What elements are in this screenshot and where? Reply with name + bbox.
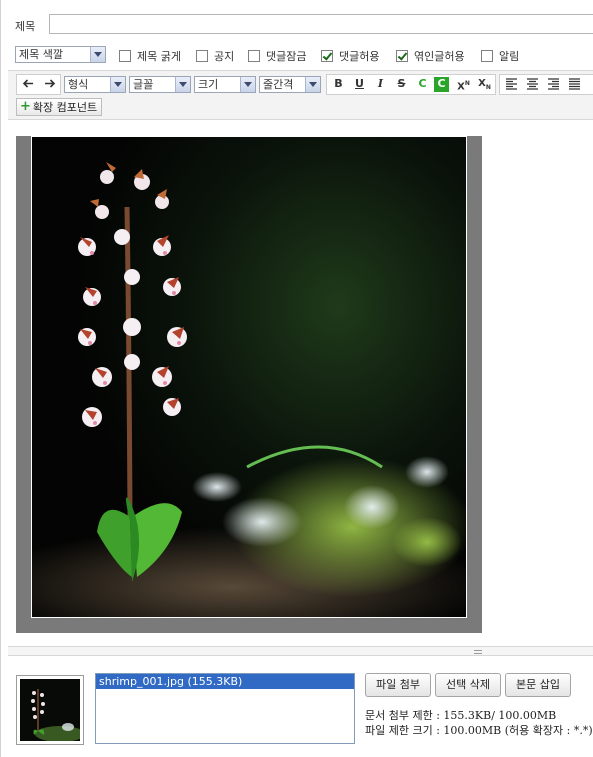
- strike-button[interactable]: S: [392, 75, 411, 94]
- bg-color-label: C: [437, 77, 446, 90]
- attach-file-button[interactable]: 파일 첨부: [365, 673, 431, 697]
- thumbnail-image: [20, 679, 80, 741]
- align-left-button[interactable]: [502, 75, 521, 94]
- plus-icon: +: [20, 99, 31, 114]
- checkbox-box-checked[interactable]: [396, 50, 408, 62]
- bold-button[interactable]: B: [329, 75, 348, 94]
- delete-selected-button[interactable]: 선택 삭제: [435, 673, 501, 697]
- document-attach-limit: 문서 첨부 제한 : 155.3KB/ 100.00MB: [365, 709, 557, 722]
- subscript-button[interactable]: XN: [475, 75, 494, 94]
- insert-into-body-button[interactable]: 본문 삽입: [505, 673, 571, 697]
- checkbox-box-checked[interactable]: [321, 50, 333, 62]
- underline-label: U: [355, 77, 364, 90]
- extension-component-button[interactable]: + 확장 컴포넌트: [16, 98, 103, 116]
- attach-file-label: 파일 첨부: [376, 678, 420, 691]
- checkbox-comment-lock[interactable]: 댓글잠금: [248, 49, 306, 63]
- attachment-thumbnail: [16, 675, 84, 745]
- checkbox-box[interactable]: [196, 50, 208, 62]
- orchid-photo: [31, 136, 467, 618]
- editor-toolbar: 형식 글꼴 크기 줄간격 B U I S C C XN XN + 확장 컴포넌트: [8, 70, 593, 120]
- superscript-label: X: [457, 81, 465, 93]
- extension-component-label: 확장 컴포넌트: [32, 101, 98, 114]
- font-color-label: C: [418, 77, 427, 90]
- checkbox-allow-trackback[interactable]: 엮인글허용: [396, 49, 465, 63]
- checkbox-label: 알림: [499, 50, 520, 63]
- underline-button[interactable]: U: [350, 75, 369, 94]
- insert-into-body-label: 본문 삽입: [516, 678, 560, 691]
- checkbox-notice[interactable]: 공지: [196, 49, 234, 63]
- align-center-icon: [527, 78, 538, 90]
- arrow-left-icon: [22, 79, 33, 88]
- editor-frame: 제목 제목 색깔 제목 굵게 공지 댓글잠금 댓글허용 엮인글허용 알림 형식 …: [0, 0, 593, 757]
- file-list-item[interactable]: shrimp_001.jpg (155.3KB): [96, 674, 354, 689]
- bg-color-button[interactable]: C: [434, 77, 449, 92]
- superscript-mark: N: [464, 80, 470, 87]
- title-color-select[interactable]: 제목 색깔: [15, 46, 106, 63]
- align-center-button[interactable]: [523, 75, 542, 94]
- text-style-group: B U I S C C XN XN: [326, 74, 496, 95]
- checkbox-box[interactable]: [119, 50, 131, 62]
- inserted-photo[interactable]: [16, 136, 482, 633]
- orchid-image-icon: [32, 137, 466, 617]
- align-right-button[interactable]: [544, 75, 563, 94]
- chevron-down-icon: [175, 77, 190, 92]
- format-select-value: 형식: [68, 78, 89, 91]
- title-row: 제목: [1, 0, 593, 44]
- font-color-button[interactable]: C: [413, 75, 432, 94]
- chevron-down-icon: [240, 77, 255, 92]
- checkbox-box[interactable]: [248, 50, 260, 62]
- editor-resize-handle[interactable]: [8, 646, 593, 656]
- size-select-value: 크기: [198, 78, 219, 91]
- checkbox-label: 제목 굵게: [137, 50, 181, 63]
- title-input[interactable]: [49, 14, 593, 34]
- subscript-label: X: [478, 78, 486, 89]
- italic-label: I: [377, 77, 384, 90]
- attachment-panel: shrimp_001.jpg (155.3KB) 파일 첨부 선택 삭제 본문 …: [1, 660, 593, 757]
- checkbox-label: 공지: [214, 50, 235, 63]
- arrow-right-icon: [45, 79, 56, 88]
- title-color-select-value: 제목 색깔: [19, 48, 63, 61]
- orchid-thumbnail-icon: [20, 679, 80, 741]
- undo-redo-group: [16, 74, 61, 95]
- superscript-button[interactable]: XN: [454, 75, 473, 94]
- line-height-select[interactable]: 줄간격: [259, 76, 321, 93]
- align-left-icon: [506, 78, 517, 90]
- delete-selected-label: 선택 삭제: [446, 678, 490, 691]
- strike-label: S: [397, 77, 406, 90]
- size-select[interactable]: 크기: [194, 76, 256, 93]
- chevron-down-icon: [110, 77, 125, 92]
- italic-button[interactable]: I: [371, 75, 390, 94]
- bold-label: B: [334, 77, 343, 90]
- checkbox-box[interactable]: [481, 50, 493, 62]
- checkbox-label: 댓글잠금: [266, 50, 307, 63]
- chevron-down-icon: [90, 47, 105, 62]
- format-select[interactable]: 형식: [64, 76, 126, 93]
- align-justify-button[interactable]: [565, 75, 584, 94]
- font-select-value: 글꼴: [133, 78, 154, 91]
- font-select[interactable]: 글꼴: [129, 76, 191, 93]
- options-row: 제목 색깔 제목 굵게 공지 댓글잠금 댓글허용 엮인글허용 알림: [1, 46, 593, 66]
- subscript-mark: N: [485, 84, 491, 91]
- checkbox-label: 댓글허용: [339, 50, 380, 63]
- align-justify-icon: [569, 78, 580, 90]
- undo-button[interactable]: [19, 75, 38, 94]
- chevron-down-icon: [305, 77, 320, 92]
- editor-content[interactable]: [8, 120, 593, 650]
- line-height-select-value: 줄간격: [263, 78, 294, 91]
- redo-button[interactable]: [40, 75, 59, 94]
- checkbox-title-bold[interactable]: 제목 굵게: [119, 49, 181, 63]
- file-size-limit: 파일 제한 크기 : 100.00MB (허용 확장자 : *.*): [365, 724, 593, 737]
- title-label: 제목: [15, 20, 36, 33]
- align-right-icon: [548, 78, 559, 90]
- align-group: [499, 74, 593, 95]
- checkbox-label: 엮인글허용: [414, 50, 465, 63]
- attachment-file-list[interactable]: shrimp_001.jpg (155.3KB): [95, 673, 355, 744]
- checkbox-allow-comment[interactable]: 댓글허용: [321, 49, 379, 63]
- checkbox-notify[interactable]: 알림: [481, 49, 519, 63]
